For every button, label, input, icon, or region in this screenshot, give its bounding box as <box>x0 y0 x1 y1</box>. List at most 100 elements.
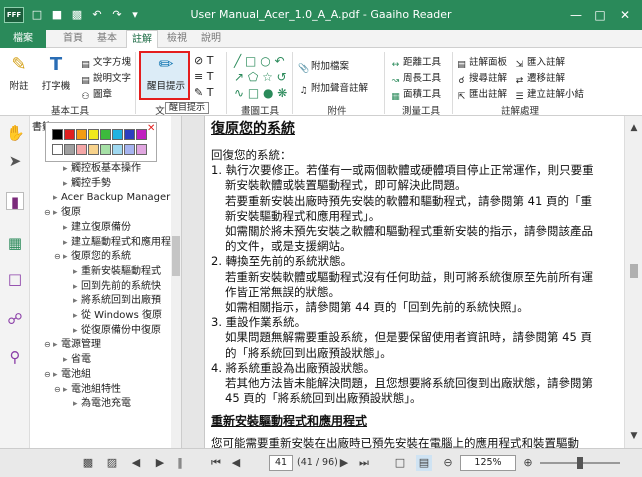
color-swatch[interactable] <box>124 144 135 155</box>
callout-button[interactable]: ▤ 說明文字 <box>80 70 131 87</box>
comment-summary-button[interactable]: ☰ 建立註解小結 <box>514 86 584 103</box>
continuous-page-icon[interactable]: ▤ <box>416 455 432 471</box>
bookmark-item[interactable]: ▸ 從復原備份中復原 <box>64 324 161 338</box>
color-swatch[interactable] <box>136 129 147 140</box>
color-swatch[interactable] <box>52 144 63 155</box>
attach-sound-button[interactable]: ♫ 附加聲音註解 <box>298 80 368 97</box>
tab-file[interactable]: 檔案 <box>0 30 46 48</box>
color-swatch[interactable] <box>100 144 111 155</box>
import-comments-button[interactable]: ⇲ 匯入註解 <box>514 54 565 71</box>
zoom-slider[interactable] <box>540 457 620 469</box>
select-arrow-icon[interactable]: ➤ <box>6 152 24 170</box>
signature-icon[interactable]: ⚲ <box>6 348 24 366</box>
line-tool-icon[interactable]: ╱ □ ○ ↶ <box>234 54 285 68</box>
close-icon[interactable]: ✕ <box>615 5 635 25</box>
color-swatch[interactable] <box>64 129 75 140</box>
next-view-icon[interactable]: ▶ <box>152 455 168 471</box>
area-tool-button[interactable]: ▦ 面積工具 <box>390 86 441 103</box>
bookmark-item[interactable]: ▸ 回到先前的系統快 <box>64 280 161 294</box>
color-swatch[interactable] <box>112 144 123 155</box>
zoom-input[interactable]: 125% <box>460 455 516 471</box>
fit-page-icon[interactable]: ▩ <box>80 455 96 471</box>
bookmark-item[interactable]: ⊖ ▸ 電源管理 <box>44 338 101 352</box>
polyline-tool-icon[interactable]: ∿ □ ● ❋ <box>234 86 287 100</box>
single-page-icon[interactable]: □ <box>392 455 408 471</box>
minimize-icon[interactable]: — <box>566 5 586 25</box>
attachment-icon[interactable]: ☍ <box>6 310 24 328</box>
last-page-icon[interactable]: ⏭ <box>356 455 372 471</box>
distance-tool-button[interactable]: ↔ 距離工具 <box>390 54 441 71</box>
bookmark-item[interactable]: ▸ 從 Windows 復原 <box>64 309 162 323</box>
bookmark-item[interactable]: ⊖ ▸ 復原 <box>44 206 81 220</box>
hand-icon[interactable]: ✋ <box>6 124 25 142</box>
migrate-comments-button[interactable]: ⇄ 遷移註解 <box>514 70 565 87</box>
tree-toggle-icon[interactable]: ⊖ <box>44 338 53 352</box>
bookmark-item[interactable]: ▸ 觸控板基本操作 <box>54 162 141 176</box>
comments-icon[interactable]: □ <box>6 270 24 288</box>
previous-page-icon[interactable]: ◀ <box>228 455 244 471</box>
scroll-up-icon[interactable]: ▲ <box>627 120 641 136</box>
attach-note-button[interactable]: ✎ 附註 <box>4 54 34 92</box>
bookmark-item[interactable]: ⊖ ▸ 復原您的系統 <box>54 250 131 264</box>
panel-scroll-thumb[interactable] <box>172 236 180 276</box>
attach-file-button[interactable]: 📎 附加檔案 <box>298 58 349 75</box>
bookmark-icon[interactable]: ▮ <box>6 192 24 211</box>
page-number-input[interactable]: 41 <box>269 455 293 471</box>
maximize-icon[interactable]: □ <box>590 5 610 25</box>
bookmark-item[interactable]: ▸ Acer Backup Manager <box>44 191 170 205</box>
strikeout-icon[interactable]: ⊘ T <box>194 54 213 67</box>
tree-toggle-icon[interactable]: ⊖ <box>44 368 53 382</box>
search-comments-button[interactable]: ☌ 搜尋註解 <box>456 70 507 87</box>
panel-scrollbar[interactable] <box>171 116 181 448</box>
color-swatch[interactable] <box>88 144 99 155</box>
bookmark-item[interactable]: ▸ 觸控手勢 <box>54 177 111 191</box>
tab-help[interactable]: 說明 <box>196 30 226 48</box>
bookmark-item[interactable]: ⊖ ▸ 電池組特性 <box>54 383 121 397</box>
bookmark-item[interactable]: ▸ 省電 <box>54 353 91 367</box>
color-swatch[interactable] <box>76 144 87 155</box>
zoom-in-icon[interactable]: ⊕ <box>520 455 536 471</box>
first-page-icon[interactable]: ⏮ <box>208 455 224 471</box>
tab-view[interactable]: 檢視 <box>162 30 192 48</box>
bookmark-item[interactable]: ▸ 將系統回到出廠預 <box>64 294 161 308</box>
tab-comment[interactable]: 註解 <box>126 30 158 49</box>
color-swatch[interactable] <box>112 129 123 140</box>
fit-width-icon[interactable]: ▨ <box>104 455 120 471</box>
bookmark-item[interactable]: ▸ 為電池充電 <box>64 397 131 411</box>
stamp-button[interactable]: ⚇ 圖章 <box>80 86 112 103</box>
column-layout-icon[interactable]: ‖ <box>172 455 188 471</box>
bookmark-item[interactable]: ▸ 重新安裝驅動程式 <box>64 265 161 279</box>
export-comments-button[interactable]: ⇱ 匯出註解 <box>456 86 507 103</box>
perimeter-tool-button[interactable]: ↝ 周長工具 <box>390 70 441 87</box>
palette-close-icon[interactable]: ✕ <box>147 123 155 134</box>
tab-basic[interactable]: 基本 <box>92 30 122 48</box>
bookmark-item[interactable]: ▸ 建立驅動程式和應用程 <box>54 236 171 250</box>
color-swatch[interactable] <box>76 129 87 140</box>
arrow-tool-icon[interactable]: ↗ ⬠ ☆ ↺ <box>234 70 287 84</box>
doc-scroll-thumb[interactable] <box>630 264 638 278</box>
next-page-icon[interactable]: ▶ <box>336 455 352 471</box>
underline-icon[interactable]: ≡ T <box>194 70 213 83</box>
color-swatch[interactable] <box>88 129 99 140</box>
color-swatch[interactable] <box>100 129 111 140</box>
thumbnails-icon[interactable]: ▦ <box>6 234 24 252</box>
color-swatch[interactable] <box>124 129 135 140</box>
tree-toggle-icon[interactable]: ⊖ <box>54 250 63 264</box>
bookmark-item[interactable]: ⊖ ▸ 電池組 <box>44 368 91 382</box>
highlight-button-active[interactable]: ✏ 醒目提示 <box>144 54 188 92</box>
color-swatch[interactable] <box>136 144 147 155</box>
tab-home[interactable]: 首頁 <box>58 30 88 48</box>
typewriter-button[interactable]: T 打字機 <box>38 54 74 92</box>
color-swatch[interactable] <box>52 129 63 140</box>
bookmark-item[interactable]: ▸ 建立復原備份 <box>54 221 131 235</box>
color-swatch[interactable] <box>64 144 75 155</box>
scroll-down-icon[interactable]: ▼ <box>627 428 641 444</box>
tree-toggle-icon[interactable]: ⊖ <box>54 383 63 397</box>
text-box-button[interactable]: ▤ 文字方塊 <box>80 54 131 71</box>
zoom-slider-knob[interactable] <box>577 457 583 469</box>
pdf-page[interactable]: 復原您的系統 回復您的系統： 1. 執行次要修正。若僅有一或兩個軟體或硬體項目停止… <box>204 116 624 448</box>
prev-view-icon[interactable]: ◀ <box>128 455 144 471</box>
document-scrollbar[interactable]: ▲ ▼ <box>624 116 642 448</box>
comment-panel-button[interactable]: ▤ 註解面板 <box>456 54 507 71</box>
zoom-out-icon[interactable]: ⊖ <box>440 455 456 471</box>
